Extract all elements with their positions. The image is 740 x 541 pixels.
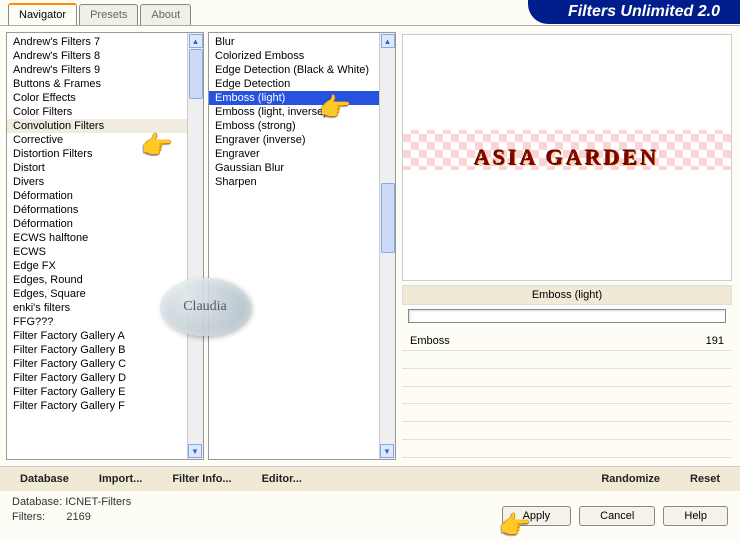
footer-buttons: Apply Cancel Help <box>502 506 728 526</box>
filters-label: Filters: <box>12 511 45 523</box>
list-item[interactable]: Edges, Round <box>7 273 187 287</box>
param-main-slider[interactable] <box>408 309 726 323</box>
list-item[interactable]: Edge Detection (Black & White) <box>209 63 379 77</box>
param-filter-name: Emboss (light) <box>402 285 732 305</box>
param-row-empty: . <box>402 351 732 369</box>
list-item[interactable]: Distortion Filters <box>7 147 187 161</box>
list-item[interactable]: Corrective <box>7 133 187 147</box>
apply-button[interactable]: Apply <box>502 506 572 526</box>
list-item[interactable]: Colorized Emboss <box>209 49 379 63</box>
list-item[interactable]: FFG??? <box>7 315 187 329</box>
preview-image: ASIA GARDEN <box>402 34 732 281</box>
list-item[interactable]: Andrew's Filters 8 <box>7 49 187 63</box>
preview-pane: ASIA GARDEN Emboss (light) Emboss 191 . … <box>400 32 734 460</box>
toolbar-randomize[interactable]: Randomize <box>601 473 660 485</box>
filter-scrollbar[interactable]: ▲ ▼ <box>379 33 395 459</box>
footer: Database: ICNET-Filters Filters: 2169 Ap… <box>0 491 740 530</box>
scroll-down-icon[interactable]: ▼ <box>188 444 202 458</box>
list-item[interactable]: Blur <box>209 35 379 49</box>
list-item[interactable]: Color Filters <box>7 105 187 119</box>
toolbar-import[interactable]: Import... <box>99 473 142 485</box>
filter-list[interactable]: BlurColorized EmbossEdge Detection (Blac… <box>208 32 396 460</box>
param-row-empty: . <box>402 369 732 387</box>
list-item[interactable]: Emboss (light) <box>209 91 379 105</box>
main-area: Andrew's Filters 7Andrew's Filters 8Andr… <box>0 26 740 466</box>
list-item[interactable]: Buttons & Frames <box>7 77 187 91</box>
toolbar-reset[interactable]: Reset <box>690 473 720 485</box>
toolbar-database[interactable]: Database <box>20 473 69 485</box>
list-item[interactable]: Filter Factory Gallery F <box>7 399 187 413</box>
tab-presets[interactable]: Presets <box>79 4 138 25</box>
list-item[interactable]: Divers <box>7 175 187 189</box>
scroll-thumb[interactable] <box>381 183 395 253</box>
header: Navigator Presets About Filters Unlimite… <box>0 0 740 26</box>
help-button[interactable]: Help <box>663 506 728 526</box>
list-item[interactable]: Déformations <box>7 203 187 217</box>
list-item[interactable]: Edges, Square <box>7 287 187 301</box>
list-item[interactable]: Edge Detection <box>209 77 379 91</box>
scroll-thumb[interactable] <box>189 49 203 99</box>
list-item[interactable]: Filter Factory Gallery A <box>7 329 187 343</box>
param-row-empty: . <box>402 404 732 422</box>
list-item[interactable]: Distort <box>7 161 187 175</box>
cancel-button[interactable]: Cancel <box>579 506 655 526</box>
category-scrollbar[interactable]: ▲ ▼ <box>187 33 203 459</box>
toolbar: Database Import... Filter Info... Editor… <box>0 466 740 491</box>
list-item[interactable]: Filter Factory Gallery E <box>7 385 187 399</box>
scroll-up-icon[interactable]: ▲ <box>381 34 395 48</box>
category-list[interactable]: Andrew's Filters 7Andrew's Filters 8Andr… <box>6 32 204 460</box>
param-row-empty: . <box>402 387 732 405</box>
tab-navigator[interactable]: Navigator <box>8 3 77 25</box>
toolbar-filter-info[interactable]: Filter Info... <box>172 473 231 485</box>
param-row-empty: . <box>402 422 732 440</box>
list-item[interactable]: Convolution Filters <box>7 119 187 133</box>
app-title: Filters Unlimited 2.0 <box>528 0 740 24</box>
preview-text: ASIA GARDEN <box>474 145 659 171</box>
scroll-down-icon[interactable]: ▼ <box>380 444 394 458</box>
scroll-up-icon[interactable]: ▲ <box>189 34 203 48</box>
list-item[interactable]: Déformation <box>7 217 187 231</box>
list-item[interactable]: Filter Factory Gallery D <box>7 371 187 385</box>
list-item[interactable]: Engraver (inverse) <box>209 133 379 147</box>
list-item[interactable]: Sharpen <box>209 175 379 189</box>
tab-about[interactable]: About <box>140 4 191 25</box>
footer-info: Database: ICNET-Filters Filters: 2169 <box>12 495 131 526</box>
param-value: 191 <box>706 335 724 347</box>
list-item[interactable]: Engraver <box>209 147 379 161</box>
list-item[interactable]: ECWS halftone <box>7 231 187 245</box>
list-item[interactable]: Emboss (strong) <box>209 119 379 133</box>
db-value: ICNET-Filters <box>65 496 131 508</box>
list-item[interactable]: Filter Factory Gallery C <box>7 357 187 371</box>
list-item[interactable]: Andrew's Filters 7 <box>7 35 187 49</box>
param-name: Emboss <box>410 335 450 347</box>
list-item[interactable]: Color Effects <box>7 91 187 105</box>
list-item[interactable]: Andrew's Filters 9 <box>7 63 187 77</box>
tab-strip: Navigator Presets About <box>8 0 193 25</box>
param-row[interactable]: Emboss 191 <box>402 333 732 351</box>
filters-count: 2169 <box>66 511 90 523</box>
toolbar-editor[interactable]: Editor... <box>262 473 302 485</box>
db-label: Database: <box>12 496 62 508</box>
list-item[interactable]: Filter Factory Gallery B <box>7 343 187 357</box>
list-item[interactable]: enki's filters <box>7 301 187 315</box>
list-item[interactable]: Edge FX <box>7 259 187 273</box>
list-item[interactable]: Emboss (light, inverse) <box>209 105 379 119</box>
list-item[interactable]: Déformation <box>7 189 187 203</box>
list-item[interactable]: Gaussian Blur <box>209 161 379 175</box>
list-item[interactable]: ECWS <box>7 245 187 259</box>
param-row-empty: . <box>402 440 732 458</box>
